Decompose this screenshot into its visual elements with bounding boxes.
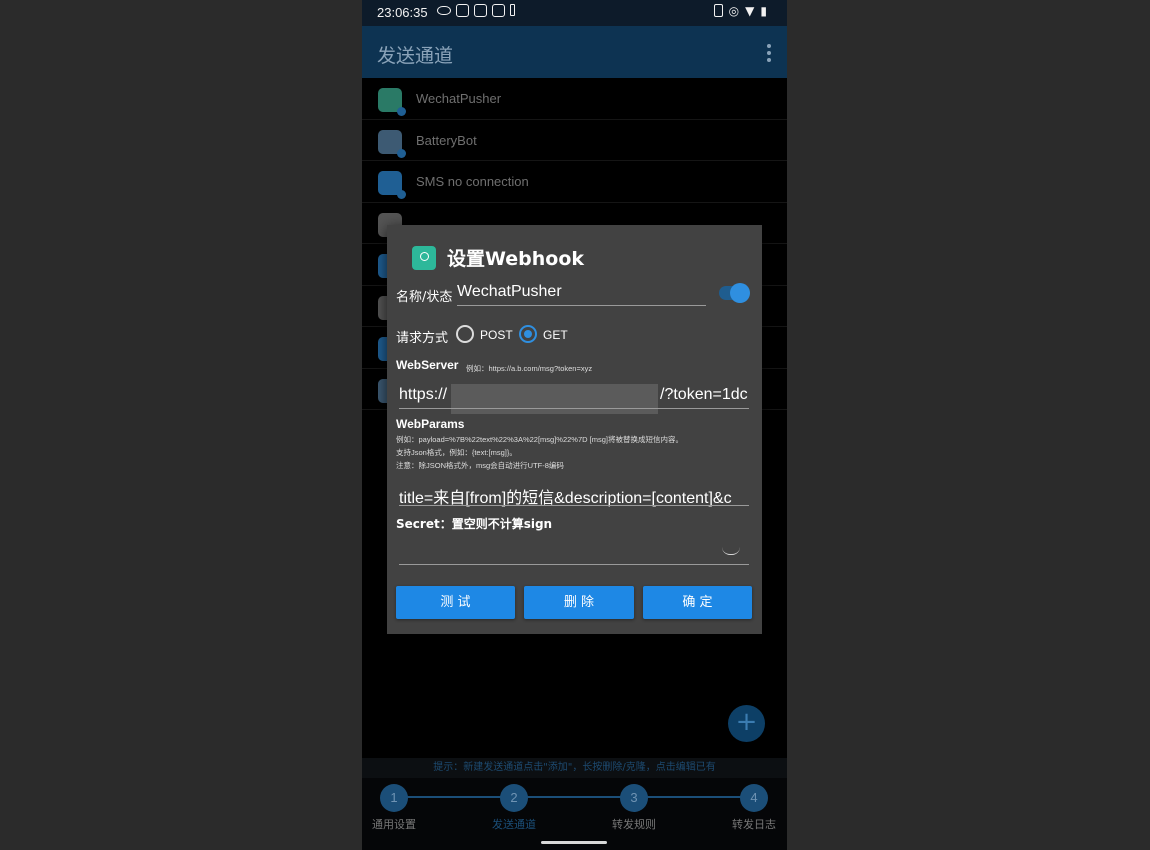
mail-icon	[492, 4, 505, 17]
switch-thumb	[730, 283, 750, 303]
telegram-icon	[378, 129, 406, 158]
step-item[interactable]: 4 转发日志	[724, 784, 784, 832]
add-channel-button[interactable]: +	[728, 705, 765, 742]
channel-name: BatteryBot	[416, 132, 477, 148]
delete-button[interactable]: 删 除	[524, 586, 634, 619]
test-button[interactable]: 测 试	[396, 586, 515, 619]
channel-list-item[interactable]: WechatPusher	[362, 78, 787, 120]
step-label: 转发规则	[612, 818, 656, 831]
channel-list-item[interactable]: BatteryBot	[362, 120, 787, 161]
webhook-dialog: 设置Webhook 名称/状态 WechatPusher 请求方式 POST G…	[387, 225, 762, 634]
webserver-underline	[399, 408, 749, 409]
webserver-hint: 例如：https://a.b.com/msg?token=xyz	[466, 364, 593, 373]
step-label: 转发日志	[732, 818, 776, 831]
screen-background: 23:06:35 ◎ ▼ ▮ 发送通道 WechatPusher BatteryB…	[0, 0, 1150, 850]
step-label: 发送通道	[492, 818, 536, 831]
more-options-icon[interactable]	[767, 44, 771, 62]
app-bar: 发送通道	[362, 26, 787, 78]
status-time: 23:06:35	[377, 5, 428, 20]
secret-underline	[399, 564, 749, 565]
app-notification-icon	[474, 4, 487, 17]
secret-label: Secret：置空则不计算sign	[396, 517, 553, 531]
step-number: 1	[380, 784, 408, 812]
dialog-title: 设置Webhook	[447, 248, 585, 270]
step-number: 2	[500, 784, 528, 812]
channel-list-item[interactable]: SMS no connection	[362, 161, 787, 203]
wifi-icon: ▼	[745, 4, 755, 18]
enable-switch[interactable]	[719, 283, 750, 303]
step-item[interactable]: 2 发送通道	[484, 784, 544, 832]
method-label: 请求方式	[396, 331, 449, 346]
step-number: 4	[740, 784, 768, 812]
post-radio[interactable]	[456, 325, 474, 343]
channel-name: WechatPusher	[416, 91, 502, 106]
system-icons: ◎ ▼ ▮	[713, 4, 767, 18]
webserver-prefix: https://	[399, 386, 448, 403]
name-input[interactable]: WechatPusher	[457, 283, 562, 301]
webserver-suffix[interactable]: /?token=1dc	[660, 386, 749, 404]
name-input-underline	[457, 305, 706, 306]
webparams-hint-3: 注意：除JSON格式外，msg会自动进行UTF-8编码	[396, 461, 564, 470]
get-radio-label[interactable]: GET	[543, 328, 568, 342]
webparams-underline	[399, 505, 749, 506]
post-radio-label[interactable]: POST	[480, 328, 513, 342]
step-label: 通用设置	[372, 818, 416, 831]
stepper-line	[394, 796, 755, 798]
webparams-hint-1: 例如：payload=%7B%22text%22%3A%22[msg]%22%7…	[396, 435, 683, 444]
status-bar: 23:06:35 ◎ ▼ ▮	[362, 0, 787, 26]
battery-icon: ▮	[760, 4, 767, 18]
hide-password-icon[interactable]	[722, 547, 740, 555]
confirm-button[interactable]: 确 定	[643, 586, 752, 619]
page-title: 发送通道	[377, 45, 454, 67]
webparams-title: WebParams	[396, 417, 465, 431]
redacted-url-segment	[451, 384, 658, 414]
app-notification-icon	[456, 4, 469, 17]
webserver-title: WebServer	[396, 358, 459, 372]
get-radio[interactable]	[519, 325, 537, 343]
gesture-nav-handle[interactable]	[541, 841, 607, 844]
hint-text: 提示：新建发送通道点击"添加"，长按删除/克隆，点击编辑已有	[362, 758, 787, 778]
channel-name: SMS no connection	[416, 174, 529, 189]
step-number: 3	[620, 784, 648, 812]
step-item[interactable]: 1 通用设置	[364, 784, 424, 832]
notification-icons	[437, 4, 515, 17]
webhook-icon	[378, 88, 406, 116]
name-status-label: 名称/状态	[396, 290, 453, 305]
step-item[interactable]: 3 转发规则	[604, 784, 664, 832]
step-navigation: 1 通用设置 2 发送通道 3 转发规则 4 转发日志	[362, 778, 787, 850]
sms-icon	[378, 171, 406, 199]
phone-screen: 23:06:35 ◎ ▼ ▮ 发送通道 WechatPusher BatteryB…	[362, 0, 787, 850]
vibrate-icon: ◎	[728, 4, 740, 18]
webhook-icon	[412, 246, 436, 270]
secret-input[interactable]	[399, 541, 709, 561]
battery-small-icon	[510, 4, 515, 16]
webparams-hint-2: 支持Json格式，例如：{text:[msg]}。	[396, 448, 517, 457]
eye-icon	[437, 6, 451, 15]
phone-icon	[713, 4, 723, 17]
